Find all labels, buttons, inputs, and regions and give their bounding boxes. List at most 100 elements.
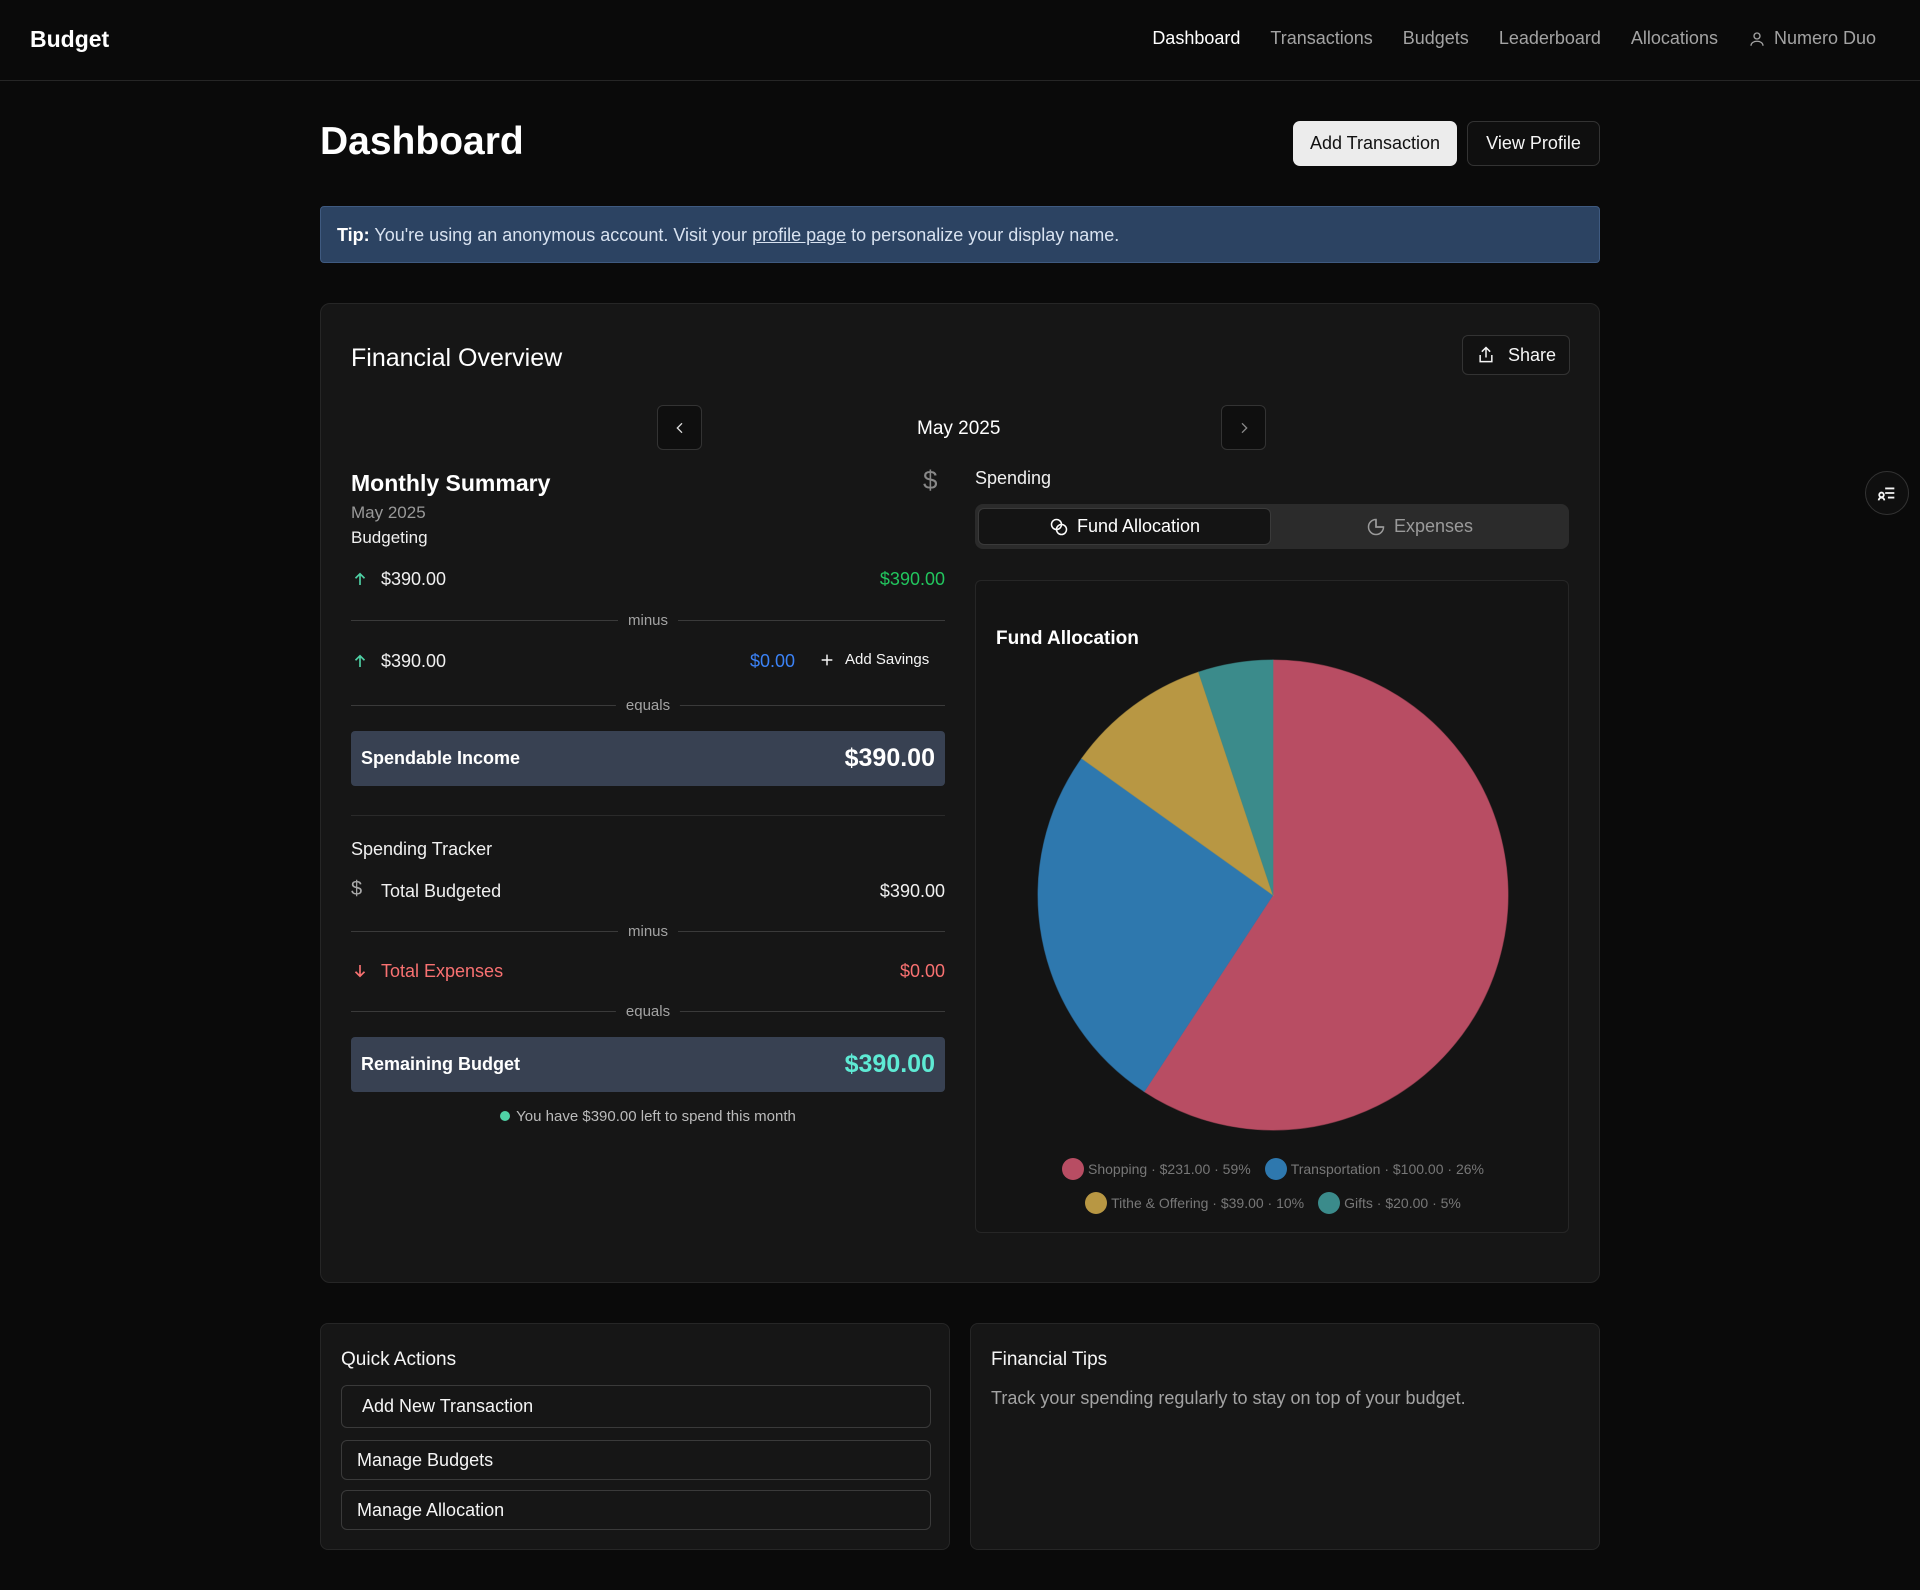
income-value: $390.00 — [879, 569, 945, 589]
tip-label: Tip: — [337, 225, 370, 245]
manage-allocation-button[interactable]: Manage Allocation — [341, 1490, 931, 1530]
remaining-budget-label: Remaining Budget — [361, 1054, 521, 1074]
page-title: Dashboard — [320, 120, 524, 163]
nav-user-menu[interactable]: Numero Duo — [1748, 28, 1876, 49]
profile-page-link[interactable]: profile page — [752, 225, 846, 245]
remaining-message-text: You have $390.00 left to spend this mont… — [516, 1108, 796, 1125]
dollar-icon: $ — [351, 878, 363, 900]
legend-label: Transportation · $100.00 · 26% — [1290, 1161, 1484, 1177]
minus-divider: minus — [351, 612, 945, 629]
tip-text-after: to personalize your display name. — [851, 225, 1120, 245]
user-icon — [1750, 31, 1764, 46]
tip-text-before: You're using an anonymous account. Visit… — [374, 225, 748, 245]
tab-fund-allocation-label: Fund Allocation — [1076, 516, 1201, 536]
quick-actions-card: Quick Actions Add New Transaction Manage… — [320, 1323, 950, 1550]
total-budgeted-value: $390.00 — [879, 881, 945, 901]
list-filter-icon — [1877, 487, 1895, 501]
arrow-up-icon — [354, 572, 366, 585]
chevron-left-icon — [675, 422, 682, 433]
minus-label: minus — [617, 612, 679, 629]
user-name: Numero Duo — [1773, 28, 1876, 48]
minus-divider: minus — [351, 923, 945, 940]
plus-icon — [821, 654, 833, 665]
spendable-income-box: Spendable Income $390.00 — [351, 731, 945, 786]
legend-swatch — [1062, 1158, 1085, 1180]
legend-item-transportation[interactable]: Transportation · $100.00 · 26% — [1264, 1158, 1484, 1180]
remaining-budget-box: Remaining Budget $390.00 — [351, 1037, 945, 1092]
financial-tips-card: Financial Tips Track your spending regul… — [970, 1323, 1600, 1550]
overview-title: Financial Overview — [351, 344, 563, 372]
nav-link-leaderboard[interactable]: Leaderboard — [1499, 28, 1601, 49]
brand-logo[interactable]: Budget — [30, 26, 109, 53]
equals-label: equals — [615, 697, 681, 714]
add-savings-label: Add Savings — [845, 651, 930, 668]
income-row: $390.00 $390.00 — [351, 569, 945, 593]
financial-tips-text: Track your spending regularly to stay on… — [991, 1388, 1466, 1408]
savings-value: $0.00 — [749, 651, 795, 671]
top-nav: Budget Dashboard Transactions Budgets Le… — [0, 0, 1920, 81]
quick-actions-title: Quick Actions — [341, 1349, 457, 1370]
legend-label: Gifts · $20.00 · 5% — [1344, 1195, 1461, 1211]
next-month-button[interactable] — [1221, 405, 1266, 450]
monthly-summary-subtitle: Budgeting — [351, 528, 428, 547]
total-expenses-value: $0.00 — [899, 961, 945, 981]
tip-banner: Tip: You're using an anonymous account. … — [320, 206, 1600, 263]
manage-budgets-button[interactable]: Manage Budgets — [341, 1440, 931, 1480]
spending-tracker-title: Spending Tracker — [351, 839, 493, 859]
pie-chart-icon — [1367, 518, 1385, 535]
legend-swatch — [1318, 1192, 1341, 1214]
remaining-budget-value: $390.00 — [844, 1050, 935, 1078]
chart-legend-row-1: Shopping · $231.00 · 59% Transportation ·… — [976, 1158, 1570, 1180]
legend-swatch — [1264, 1158, 1287, 1180]
nav-links: Dashboard Transactions Budgets Leaderboa… — [1152, 28, 1876, 49]
floating-filter-button[interactable] — [1865, 471, 1909, 515]
total-budgeted-row: $ Total Budgeted $390.00 — [351, 878, 945, 905]
minus-label: minus — [617, 923, 679, 940]
fund-allocation-chart-card: Fund Allocation Shopping · $231.00 · 59%… — [975, 580, 1569, 1233]
nav-link-transactions[interactable]: Transactions — [1270, 28, 1372, 49]
add-transaction-button[interactable]: Add Transaction — [1293, 121, 1457, 166]
share-icon — [1479, 346, 1493, 363]
monthly-summary-title: Monthly Summary — [351, 470, 551, 496]
equals-divider: equals — [351, 1003, 945, 1020]
section-separator — [351, 815, 945, 816]
total-expenses-label: Total Expenses — [381, 961, 504, 981]
total-budgeted-label: Total Budgeted — [381, 881, 502, 901]
legend-item-gifts[interactable]: Gifts · $20.00 · 5% — [1318, 1192, 1461, 1214]
chevron-right-icon — [1241, 422, 1248, 433]
prev-month-button[interactable] — [657, 405, 702, 450]
legend-item-tithe-offering[interactable]: Tithe & Offering · $39.00 · 10% — [1085, 1192, 1304, 1214]
status-dot-icon — [500, 1111, 511, 1121]
savings-label: $390.00 — [381, 651, 447, 671]
share-label: Share — [1507, 344, 1557, 365]
monthly-summary-month: May 2025 — [351, 503, 426, 522]
legend-swatch — [1085, 1192, 1108, 1214]
spending-label: Spending — [975, 468, 1052, 488]
nav-link-allocations[interactable]: Allocations — [1631, 28, 1718, 49]
nav-link-budgets[interactable]: Budgets — [1403, 28, 1469, 49]
tab-expenses-label: Expenses — [1393, 516, 1474, 536]
legend-item-shopping[interactable]: Shopping · $231.00 · 59% — [1062, 1158, 1251, 1180]
current-month: May 2025 — [917, 418, 1001, 439]
tab-fund-allocation[interactable]: Fund Allocation — [978, 508, 1271, 545]
total-expenses-row: Total Expenses $0.00 — [351, 961, 945, 985]
share-button[interactable]: Share — [1462, 335, 1570, 375]
financial-tips-title: Financial Tips — [991, 1349, 1108, 1370]
add-savings-button[interactable]: Add Savings — [819, 651, 929, 668]
legend-label: Tithe & Offering · $39.00 · 10% — [1111, 1195, 1305, 1211]
tab-expenses[interactable]: Expenses — [1273, 508, 1566, 545]
remaining-message: You have $390.00 left to spend this mont… — [351, 1108, 945, 1125]
add-new-transaction-button[interactable]: Add New Transaction — [341, 1385, 931, 1428]
chart-legend-row-2: Tithe & Offering · $39.00 · 10% Gifts · $… — [976, 1192, 1570, 1214]
spendable-income-label: Spendable Income — [361, 748, 521, 768]
spending-view-toggle: Fund Allocation Expenses — [975, 504, 1569, 549]
legend-label: Shopping · $231.00 · 59% — [1088, 1161, 1251, 1177]
coins-icon — [1050, 518, 1068, 535]
income-label: $390.00 — [381, 569, 447, 589]
view-profile-button[interactable]: View Profile — [1467, 121, 1600, 166]
financial-overview-card: Financial Overview Share May 2025 Monthl… — [320, 303, 1600, 1283]
fund-allocation-pie-chart — [1037, 659, 1509, 1131]
nav-link-dashboard[interactable]: Dashboard — [1152, 28, 1240, 49]
equals-divider: equals — [351, 697, 945, 714]
spendable-income-value: $390.00 — [844, 744, 935, 772]
